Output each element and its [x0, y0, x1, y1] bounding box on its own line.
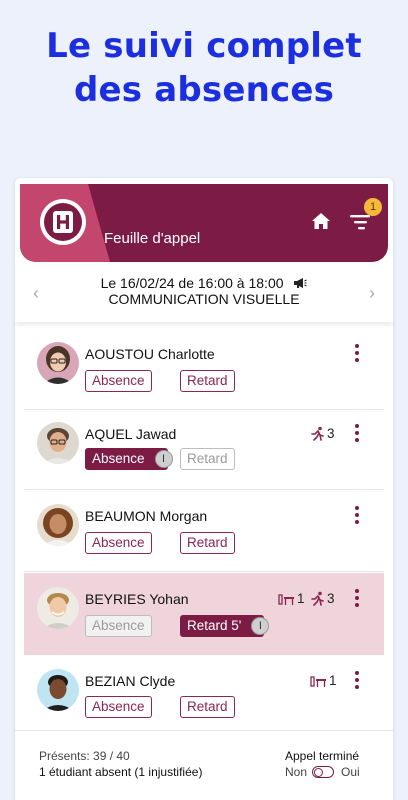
student-row: BEAUMON Morgan Absence Retard	[24, 490, 384, 572]
student-name: BEZIAN Clyde	[85, 673, 176, 689]
avatar	[37, 504, 79, 546]
app-header: Feuille d'appel 1	[20, 184, 388, 262]
more-options-icon[interactable]	[349, 422, 365, 444]
home-icon[interactable]	[311, 212, 331, 230]
student-row: AQUEL Jawad 3 Absence I Retard	[24, 408, 384, 490]
student-name: AQUEL Jawad	[85, 426, 177, 442]
desk-icon	[310, 675, 326, 687]
absent-summary: 1 étudiant absent (1 injustifiée)	[39, 765, 203, 779]
retard-button[interactable]: Retard	[180, 532, 235, 554]
more-options-icon[interactable]	[349, 504, 365, 526]
retard-button[interactable]: Retard	[180, 370, 235, 392]
avatar	[37, 422, 79, 464]
student-row: AOUSTOU Charlotte Absence Retard	[24, 328, 384, 410]
absence-label: Absence	[92, 451, 145, 466]
more-options-icon[interactable]	[349, 342, 365, 364]
absence-button[interactable]: Absence I	[85, 448, 173, 470]
run-count: 3	[327, 591, 335, 606]
desk-counter: 1	[278, 591, 305, 606]
app-logo[interactable]	[40, 199, 86, 245]
student-name: BEAUMON Morgan	[85, 508, 208, 524]
student-row: BEYRIES Yohan 1 3 Absence Retard 5' I	[24, 573, 384, 655]
student-row: BEZIAN Clyde 1 Absence Retard	[24, 655, 384, 737]
promo-line-1: Le suivi complet	[46, 26, 362, 66]
absence-button[interactable]: Absence	[85, 532, 152, 554]
retard-button[interactable]: Retard	[180, 448, 235, 470]
session-datetime: Le 16/02/24 de 16:00 à 18:00	[100, 275, 284, 291]
late-runner-counter: 3	[310, 426, 335, 441]
absence-button[interactable]: Absence	[85, 615, 152, 637]
toggle-yes-label: Oui	[341, 765, 360, 779]
attendance-footer: Présents: 39 / 40 1 étudiant absent (1 i…	[15, 730, 393, 800]
retard-button[interactable]: Retard 5' I	[180, 615, 270, 637]
running-icon	[311, 426, 324, 441]
student-name: AOUSTOU Charlotte	[85, 346, 215, 362]
absence-button[interactable]: Absence	[85, 696, 152, 718]
more-options-icon[interactable]	[349, 669, 365, 691]
desk-icon	[278, 593, 294, 605]
info-icon[interactable]: I	[251, 617, 270, 635]
avatar	[37, 587, 79, 629]
call-done-toggle[interactable]	[312, 766, 334, 778]
desk-counter: 1	[310, 673, 337, 688]
retard-label: Retard 5'	[187, 618, 242, 633]
attendance-card: Feuille d'appel 1 ‹ Le 16/02/24 de 16:00…	[15, 178, 393, 800]
retard-button[interactable]: Retard	[180, 696, 235, 718]
toggle-no-label: Non	[285, 765, 308, 779]
promo-headline: Le suivi complet des absences	[0, 24, 408, 112]
more-options-icon[interactable]	[349, 587, 365, 609]
running-icon	[311, 591, 324, 606]
page-title: Feuille d'appel	[104, 230, 201, 247]
session-course: COMMUNICATION VISUELLE	[108, 291, 300, 307]
avatar	[37, 669, 79, 711]
info-icon[interactable]: I	[154, 450, 173, 468]
avatar	[37, 342, 79, 384]
call-done-label: Appel terminé	[285, 749, 360, 763]
late-runner-counter: 3	[310, 591, 335, 606]
run-count: 3	[327, 426, 335, 441]
chevron-right-icon[interactable]: ›	[365, 284, 379, 302]
absence-button[interactable]: Absence	[85, 370, 152, 392]
student-name: BEYRIES Yohan	[85, 591, 189, 607]
desk-count: 1	[329, 673, 337, 688]
notification-badge: 1	[364, 198, 382, 216]
promo-line-2: des absences	[73, 70, 335, 110]
session-selector: ‹ Le 16/02/24 de 16:00 à 18:00 COMMUNICA…	[15, 270, 393, 322]
present-count: Présents: 39 / 40	[39, 749, 130, 763]
session-datetime-row: Le 16/02/24 de 16:00 à 18:00	[15, 275, 393, 291]
logo-h-icon	[44, 203, 82, 241]
megaphone-icon[interactable]	[293, 277, 308, 289]
desk-count: 1	[297, 591, 305, 606]
